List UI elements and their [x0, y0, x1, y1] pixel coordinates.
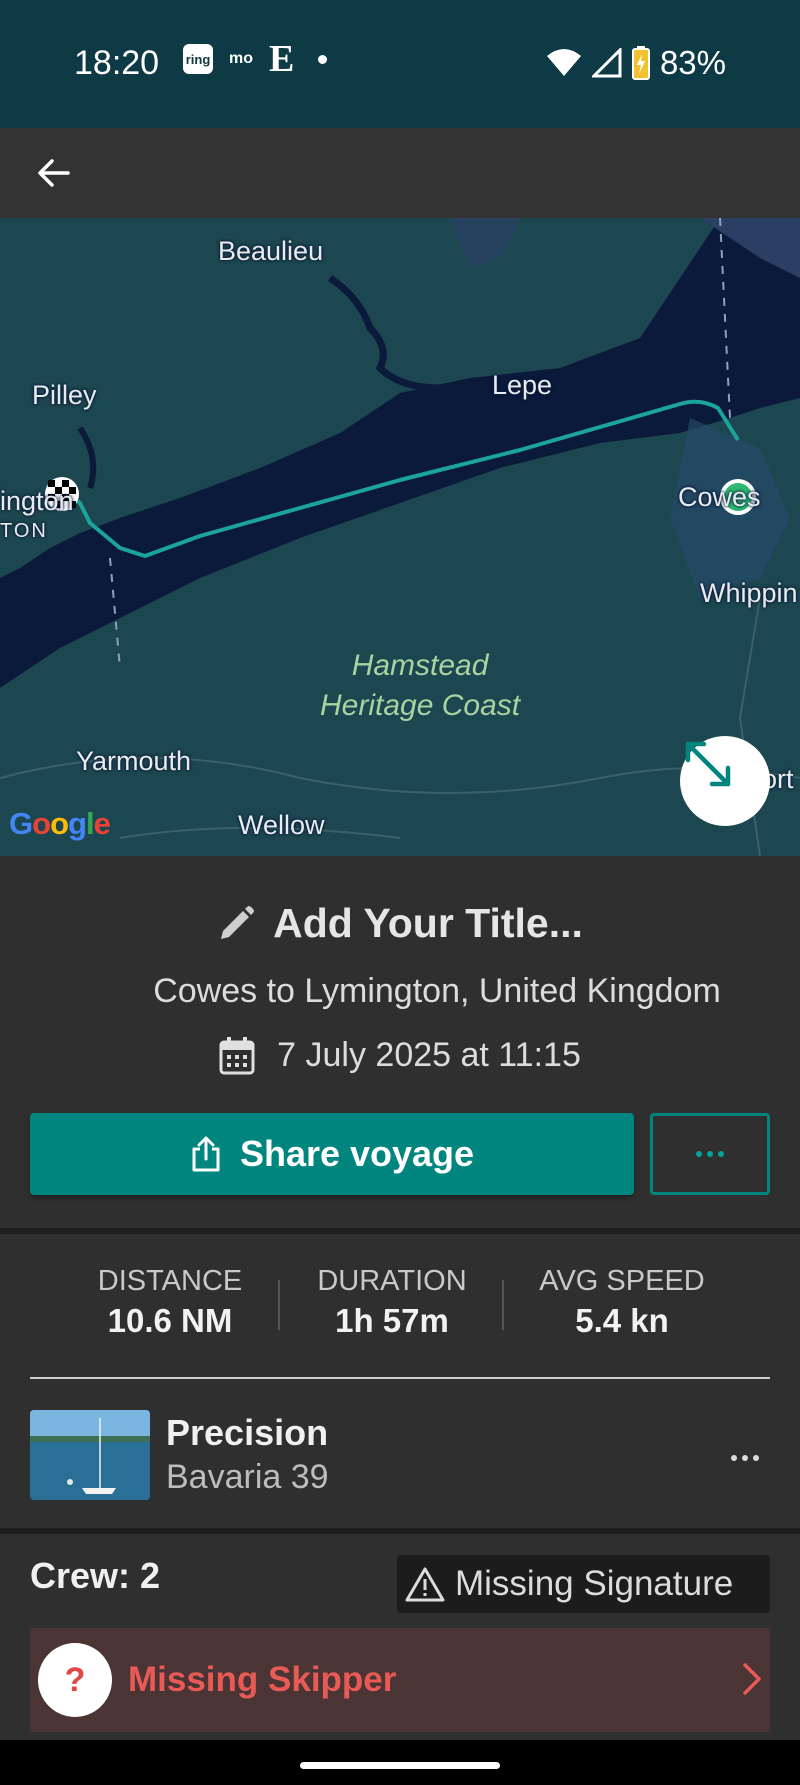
question-mark-icon: ? [38, 1643, 112, 1717]
map-label-wellow: Wellow [238, 810, 325, 840]
back-button[interactable] [30, 150, 76, 196]
pencil-icon [221, 905, 255, 939]
voyage-map[interactable]: Beaulieu Pilley Lepe ington TON Cowes Wh… [0, 218, 800, 856]
battery-percentage: 83% [659, 44, 726, 81]
missing-skipper-row[interactable]: ? Missing Skipper [30, 1628, 770, 1732]
more-horizontal-icon [696, 1151, 724, 1157]
map-label-heritage: Heritage Coast [320, 689, 521, 722]
cellular-signal-icon [591, 48, 622, 78]
stat-separator [502, 1280, 504, 1330]
map-label-heritage-coast: Hamstead Heritage Coast [320, 646, 520, 726]
stat-label: DURATION [317, 1265, 467, 1297]
status-bar: 18:20 ring mo E 83% [0, 0, 800, 128]
terrain-patch [700, 218, 800, 278]
stat-avg-speed: AVG SPEED 5.4 kn [512, 1265, 732, 1340]
share-icon [192, 1136, 220, 1172]
voyage-more-button[interactable] [650, 1113, 770, 1195]
stat-label: DISTANCE [97, 1265, 243, 1297]
stat-value: 5.4 kn [575, 1302, 669, 1339]
missing-skipper-label: Missing Skipper [128, 1660, 397, 1699]
share-voyage-button[interactable]: Share voyage [30, 1113, 634, 1195]
google-attribution-logo[interactable]: Google [9, 806, 111, 842]
share-voyage-label: Share voyage [239, 1133, 475, 1174]
stat-value: 1h 57m [335, 1302, 449, 1339]
map-label-lepe: Lepe [492, 370, 553, 400]
crew-count: Crew: 2 [30, 1555, 161, 1596]
home-gesture-handle[interactable] [300, 1762, 500, 1769]
e-app-icon: E [269, 38, 295, 80]
map-label-lymington-caps: TON [0, 520, 48, 542]
sailboat-image [30, 1410, 150, 1500]
ferry-lane [719, 218, 731, 419]
voyage-title[interactable]: Add Your Title... [273, 900, 583, 947]
map-label-whippingham: Whippin [700, 578, 798, 608]
stat-label: AVG SPEED [539, 1265, 705, 1297]
expand-arrows-icon [685, 741, 731, 787]
warning-triangle-icon [405, 1567, 445, 1602]
boat-card[interactable]: Precision Bavaria 39 [30, 1410, 770, 1500]
voyage-title-row[interactable]: Add Your Title... [0, 900, 800, 947]
section-divider [0, 1528, 800, 1534]
voyage-route-text: Cowes to Lymington, United Kingdom [153, 972, 721, 1010]
arrow-left-icon [38, 159, 70, 187]
stats-divider [30, 1377, 770, 1379]
more-notifications-dot-icon [318, 54, 328, 64]
battery-charging-icon [631, 46, 650, 80]
stat-value: 10.6 NM [107, 1302, 233, 1339]
boat-photo [30, 1410, 150, 1500]
map-label-lymington: ington [0, 486, 74, 516]
map-label-beaulieu: Beaulieu [218, 236, 324, 266]
status-time: 18:20 [74, 44, 160, 82]
expand-map-button[interactable] [680, 736, 770, 826]
stat-duration: DURATION 1h 57m [282, 1265, 502, 1340]
voyage-date: 7 July 2025 at 11:15 [277, 1036, 581, 1074]
notification-icons: ring mo E [183, 38, 328, 80]
wifi-icon [546, 49, 581, 76]
app-toolbar [0, 128, 800, 218]
chevron-right-icon [743, 1663, 761, 1695]
map-label-hamstead: Hamstead [351, 649, 489, 682]
more-horizontal-icon [731, 1455, 759, 1461]
boat-more-button[interactable] [720, 1438, 770, 1478]
section-divider [0, 1228, 800, 1234]
map-label-cowes: Cowes [678, 482, 761, 512]
missing-signature-badge[interactable]: Missing Signature [397, 1555, 770, 1613]
map-label-yarmouth: Yarmouth [76, 746, 192, 776]
system-navigation-bar [0, 1740, 800, 1785]
boat-name: Precision [166, 1412, 329, 1453]
voyage-stats: DISTANCE 10.6 NM DURATION 1h 57m AVG SPE… [0, 1265, 800, 1345]
ring-app-icon: ring [183, 44, 213, 74]
boat-model: Bavaria 39 [166, 1458, 329, 1496]
map-label-pilley: Pilley [32, 380, 97, 410]
system-icons: 83% [546, 44, 726, 82]
calendar-icon [219, 1036, 255, 1074]
voyage-date-row: 7 July 2025 at 11:15 [0, 1036, 800, 1075]
missing-signature-label: Missing Signature [455, 1564, 734, 1603]
mo-app-icon: mo [229, 50, 253, 67]
stat-distance: DISTANCE 10.6 NM [60, 1265, 280, 1340]
stat-separator [278, 1280, 280, 1330]
